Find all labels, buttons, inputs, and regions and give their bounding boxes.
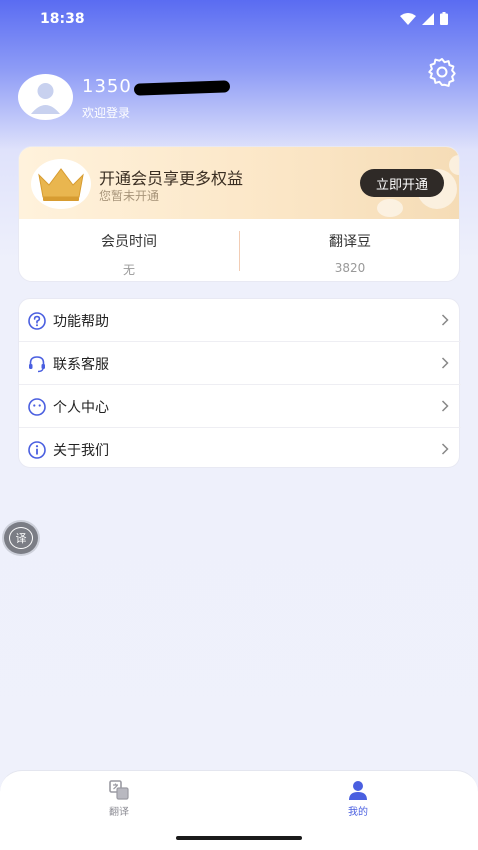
signal-icon xyxy=(422,12,434,25)
open-membership-button[interactable]: 立即开通 xyxy=(360,169,444,197)
headset-icon xyxy=(29,356,45,373)
person-icon xyxy=(349,781,367,800)
username: 1350 xyxy=(82,76,132,97)
crown-badge xyxy=(31,159,91,209)
info-circle-icon xyxy=(28,441,46,459)
home-indicator[interactable] xyxy=(176,836,302,840)
chevron-right-icon xyxy=(441,357,449,369)
status-time: 18:38 xyxy=(40,11,85,27)
tab-mine[interactable]: 我的 xyxy=(328,779,388,823)
stat-membership-time[interactable]: 会员时间 无 xyxy=(19,219,239,281)
menu-label: 联系客服 xyxy=(53,357,109,373)
stat-translation-beans[interactable]: 翻译豆 3820 xyxy=(240,219,459,281)
decor-bubble xyxy=(377,199,403,217)
question-circle-icon xyxy=(28,312,46,330)
chevron-right-icon xyxy=(441,443,449,455)
menu-list: 功能帮助 联系客服 个人中心 关于我们 xyxy=(18,298,461,471)
floating-translate-label: 译 xyxy=(9,527,33,549)
vip-title: 开通会员享更多权益 xyxy=(99,169,244,188)
smiley-face-icon xyxy=(28,398,46,416)
vip-banner[interactable]: 开通会员享更多权益 您暂未开通 立即开通 xyxy=(19,147,459,219)
tab-translate[interactable]: 翻译 xyxy=(89,779,149,823)
menu-item-help[interactable]: 功能帮助 xyxy=(19,299,461,342)
menu-item-customer-service[interactable]: 联系客服 xyxy=(19,342,461,385)
default-avatar-icon xyxy=(31,83,60,114)
username-redaction xyxy=(133,80,231,96)
wifi-icon xyxy=(400,12,416,25)
menu-item-about-us[interactable]: 关于我们 xyxy=(19,428,461,471)
stat-value: 3820 xyxy=(334,261,366,275)
menu-item-personal-center[interactable]: 个人中心 xyxy=(19,385,461,428)
avatar[interactable] xyxy=(18,74,73,120)
login-hint[interactable]: 欢迎登录 xyxy=(82,104,130,121)
stat-label: 会员时间 xyxy=(101,234,157,250)
crown-icon xyxy=(38,168,84,201)
battery-icon xyxy=(440,12,448,25)
chevron-right-icon xyxy=(441,400,449,412)
stat-value: 无 xyxy=(122,263,135,277)
chevron-right-icon xyxy=(441,314,449,326)
floating-translate-button[interactable]: 译 xyxy=(2,520,40,556)
menu-label: 功能帮助 xyxy=(53,314,109,330)
stat-label: 翻译豆 xyxy=(329,234,371,250)
decor-bubble xyxy=(449,155,459,175)
vip-subtitle: 您暂未开通 xyxy=(99,189,160,203)
vip-card: 开通会员享更多权益 您暂未开通 立即开通 会员时间 无 翻译豆 3820 xyxy=(18,146,460,282)
menu-label: 关于我们 xyxy=(53,443,109,459)
menu-label: 个人中心 xyxy=(53,400,109,416)
tab-label: 翻译 xyxy=(109,807,129,818)
tab-label: 我的 xyxy=(348,807,368,818)
status-icons xyxy=(400,12,448,25)
translate-icon xyxy=(109,780,129,800)
status-bar: 18:38 xyxy=(0,0,478,38)
profile-header[interactable]: 1350 欢迎登录 xyxy=(18,74,438,122)
